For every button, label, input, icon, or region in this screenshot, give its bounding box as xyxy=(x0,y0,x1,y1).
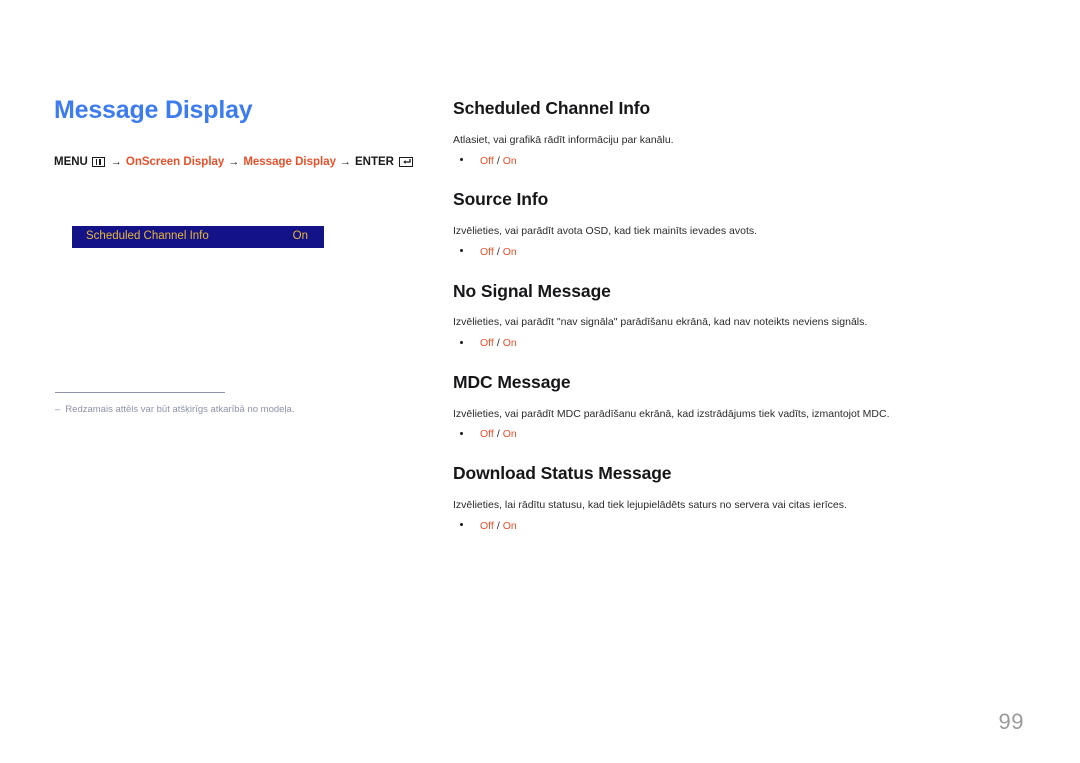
left-column: Message Display MENU → OnScreen Display … xyxy=(54,96,424,170)
option-separator: / xyxy=(496,519,500,532)
option-list: Off / On xyxy=(453,154,1023,169)
section-download-status-message: Download Status Message Izvēlieties, lai… xyxy=(453,463,1023,533)
footnote-dash: – xyxy=(55,404,61,415)
section-description: Izvēlieties, vai parādīt MDC parādīšanu … xyxy=(453,407,890,420)
breadcrumb-step-message-display: Message Display xyxy=(243,155,336,168)
bullet-icon xyxy=(460,249,463,253)
bullet-icon xyxy=(460,158,463,162)
bullet-icon xyxy=(460,523,463,527)
option-separator: / xyxy=(496,245,500,258)
option-item: Off / On xyxy=(453,336,1023,351)
section-title: No Signal Message xyxy=(453,280,611,301)
section-title: Scheduled Channel Info xyxy=(453,98,651,118)
section-description: Izvēlieties, lai rādītu statusu, kad tie… xyxy=(453,498,847,511)
footnote-block: – Redzamais attēls var būt atšķirīgs atk… xyxy=(55,392,385,416)
section-description: Atlasiet, vai grafikā rādīt informāciju … xyxy=(453,133,674,146)
breadcrumb: MENU → OnScreen Display → Message Displa… xyxy=(54,155,424,170)
option-list: Off / On xyxy=(453,427,1023,442)
option-separator: / xyxy=(496,337,500,350)
option-value-on[interactable]: On xyxy=(503,336,517,351)
osd-menu-row-value: On xyxy=(292,230,308,243)
option-value-on[interactable]: On xyxy=(503,154,517,169)
right-column: Scheduled Channel Info Atlasiet, vai gra… xyxy=(453,98,1023,533)
breadcrumb-menu-label: MENU xyxy=(54,155,88,168)
footnote-divider xyxy=(55,392,225,393)
bullet-icon xyxy=(460,431,463,435)
page-number: 99 xyxy=(998,709,1024,734)
section-title: Download Status Message xyxy=(453,463,672,483)
footnote-text: Redzamais attēls var būt atšķirīgs atkar… xyxy=(65,404,295,415)
section-description: Izvēlieties, vai parādīt "nav signāla" p… xyxy=(453,316,868,329)
enter-return-icon xyxy=(398,157,413,168)
osd-menu-row[interactable]: Scheduled Channel Info On xyxy=(72,226,324,248)
option-item: Off / On xyxy=(453,427,1023,442)
bullet-icon xyxy=(460,340,463,344)
option-list: Off / On xyxy=(453,245,1023,260)
option-list: Off / On xyxy=(453,336,1023,351)
option-item: Off / On xyxy=(453,154,1023,169)
section-source-info: Source Info Izvēlieties, vai parādīt avo… xyxy=(453,189,1023,259)
option-value-on[interactable]: On xyxy=(503,427,517,442)
section-description: Izvēlieties, vai parādīt avota OSD, kad … xyxy=(453,225,758,238)
option-value-off[interactable]: Off xyxy=(480,336,494,351)
option-value-off[interactable]: Off xyxy=(480,427,494,442)
option-item: Off / On xyxy=(453,245,1023,260)
option-separator: / xyxy=(496,154,500,167)
option-value-on[interactable]: On xyxy=(503,245,517,260)
footnote: – Redzamais attēls var būt atšķirīgs atk… xyxy=(55,403,385,416)
osd-menu-row-label: Scheduled Channel Info xyxy=(86,230,209,243)
option-value-off[interactable]: Off xyxy=(480,154,494,169)
section-scheduled-channel-info: Scheduled Channel Info Atlasiet, vai gra… xyxy=(453,98,1023,168)
section-title: MDC Message xyxy=(453,371,571,392)
option-value-off[interactable]: Off xyxy=(480,519,494,534)
option-item: Off / On xyxy=(453,519,1023,534)
breadcrumb-arrow-3: → xyxy=(340,156,351,169)
menu-grid-icon xyxy=(91,157,105,168)
manual-page: Message Display MENU → OnScreen Display … xyxy=(0,0,1080,763)
section-title: Source Info xyxy=(453,189,549,210)
breadcrumb-arrow-2: → xyxy=(228,156,240,169)
section-no-signal-message: No Signal Message Izvēlieties, vai parād… xyxy=(453,281,1023,351)
breadcrumb-step-onscreen-display: OnScreen Display xyxy=(125,155,225,168)
option-separator: / xyxy=(496,428,500,441)
section-mdc-message: MDC Message Izvēlieties, vai parādīt MDC… xyxy=(453,372,1023,442)
breadcrumb-enter-label: ENTER xyxy=(355,155,394,168)
option-value-on[interactable]: On xyxy=(503,519,517,534)
breadcrumb-arrow-1: → xyxy=(110,156,122,169)
option-list: Off / On xyxy=(453,519,1023,534)
option-value-off[interactable]: Off xyxy=(480,245,494,260)
page-title: Message Display xyxy=(54,96,253,124)
